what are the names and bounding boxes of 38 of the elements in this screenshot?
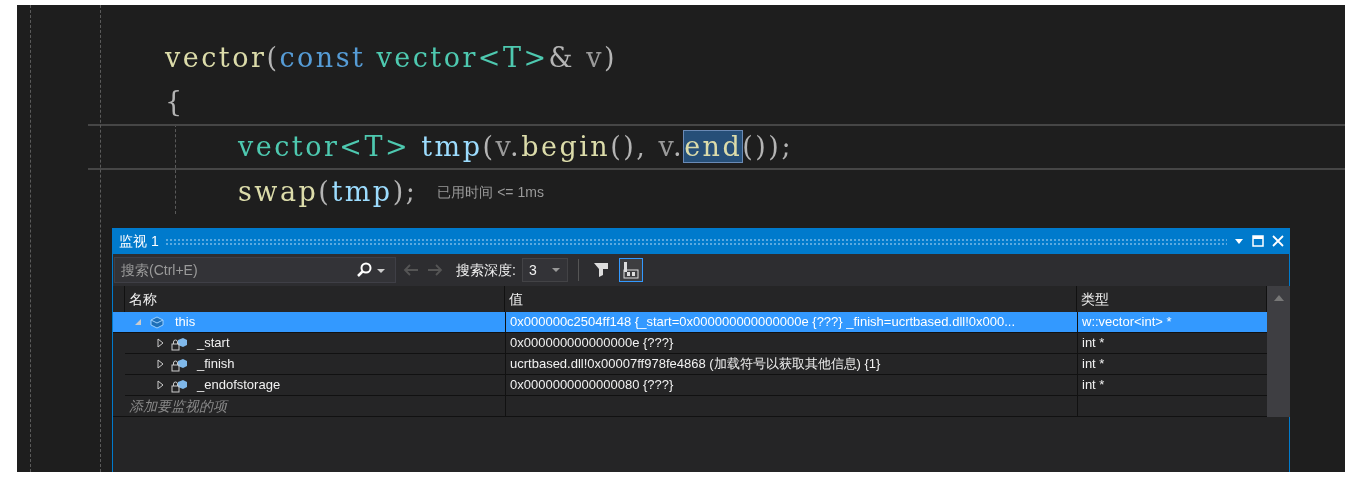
value-cell: 0x000000c2504ff148 {_start=0x000000000000000e {???} _finish=ucrtbased.dll!0x000... bbox=[505, 312, 1077, 333]
value-cell: ucrtbased.dll!0x00007ff978fe4868 (加载符号以获取其他信息) {1} bbox=[505, 354, 1077, 375]
type-cell: int * bbox=[1077, 333, 1267, 354]
search-field[interactable]: 搜索(Ctrl+E) bbox=[115, 259, 355, 281]
object-icon bbox=[149, 314, 165, 330]
caret-icon[interactable] bbox=[550, 265, 561, 275]
expand-arrow-icon[interactable] bbox=[155, 359, 165, 369]
expand-arrow-icon[interactable] bbox=[155, 338, 165, 348]
locked-field-icon bbox=[171, 335, 187, 351]
locked-field-icon bbox=[171, 356, 187, 372]
name-cell[interactable]: _start bbox=[125, 333, 505, 354]
variable-name: _start bbox=[197, 334, 230, 353]
close-icon[interactable] bbox=[1271, 234, 1285, 248]
value-cell: 0x0000000000000080 {???} bbox=[505, 375, 1077, 396]
panel-title: 监视 1 bbox=[119, 231, 159, 251]
code-line: vector(const vector<T>& v) bbox=[165, 40, 618, 75]
search-depth-label: 搜索深度: bbox=[456, 260, 516, 280]
variable-name: _finish bbox=[197, 355, 235, 374]
search-box[interactable]: 搜索(Ctrl+E) bbox=[114, 257, 396, 283]
name-cell[interactable]: _endofstorage bbox=[125, 375, 505, 396]
value-cell: 0x000000000000000e {???} bbox=[505, 333, 1077, 354]
code-line: swap(tmp); bbox=[238, 174, 418, 209]
type-cell: w::vector<int> * bbox=[1077, 312, 1267, 333]
expand-arrow-icon[interactable] bbox=[155, 380, 165, 390]
depth-combo[interactable]: 3 bbox=[521, 258, 568, 282]
name-cell[interactable]: _finish bbox=[125, 354, 505, 375]
scrollbar[interactable] bbox=[1267, 286, 1290, 417]
code-line: vector<T> tmp(v.begin(), v.end()); bbox=[238, 129, 793, 164]
add-watch-field[interactable]: 添加要监视的项 bbox=[125, 396, 505, 416]
locked-field-icon bbox=[171, 377, 187, 393]
elapsed-time-hint: 已用时间 <= 1ms bbox=[437, 182, 544, 202]
variable-name: _endofstorage bbox=[197, 376, 281, 395]
variable-name: this bbox=[175, 313, 196, 332]
search-icon[interactable] bbox=[355, 261, 373, 279]
code-line: { bbox=[165, 84, 185, 119]
type-cell: int * bbox=[1077, 375, 1267, 396]
type-cell: int * bbox=[1077, 354, 1267, 375]
maximize-icon[interactable] bbox=[1251, 234, 1265, 248]
